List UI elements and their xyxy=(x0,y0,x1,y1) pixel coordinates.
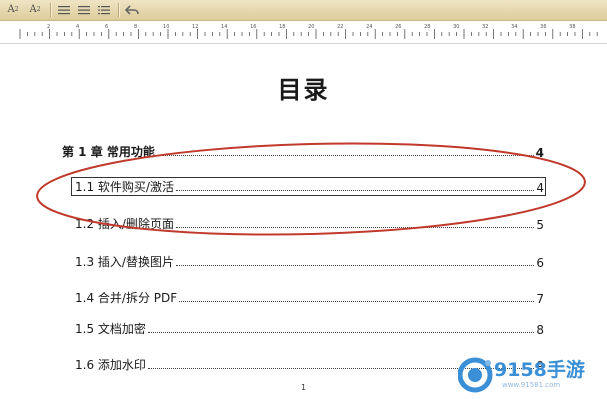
toc-entry-page: 6 xyxy=(536,256,544,270)
toc-entry-page: 5 xyxy=(536,218,544,232)
ruler-label: 16 xyxy=(250,24,256,30)
toc-entry-text: 1.2 插入/删除页面 xyxy=(75,217,174,231)
toc-leader xyxy=(179,300,535,302)
align-left-icon xyxy=(58,5,70,14)
align-left-button[interactable] xyxy=(55,1,73,18)
ruler-label: 26 xyxy=(395,24,401,30)
toc-entry-text: 第 1 章 常用功能 xyxy=(62,145,155,159)
ruler-label: 6 xyxy=(105,24,108,30)
toc-leader xyxy=(175,264,535,266)
superscript-mark: 2 xyxy=(14,6,19,13)
ruler-label: 12 xyxy=(192,24,198,30)
toc-entry-1-4[interactable]: 1.4 合并/拆分 PDF 7 xyxy=(75,288,544,306)
list-button[interactable] xyxy=(95,1,113,18)
ruler-label: 28 xyxy=(424,24,430,30)
toc-leader xyxy=(175,189,535,191)
superscript-label: A xyxy=(7,4,15,15)
watermark-logo-icon xyxy=(458,357,493,393)
align-center-icon xyxy=(78,5,90,14)
ruler-label: 24 xyxy=(366,24,372,30)
ruler-label: 36 xyxy=(540,24,546,30)
superscript-button[interactable]: A2 xyxy=(4,1,22,18)
toc-entry-text: 1.4 合并/拆分 PDF xyxy=(75,291,178,305)
toc-entry-1-2[interactable]: 1.2 插入/删除页面 5 xyxy=(75,214,544,232)
ruler-label: 38 xyxy=(569,24,575,30)
toolbar-separator xyxy=(118,3,119,17)
ruler-label: 22 xyxy=(337,24,343,30)
ruler-label: 18 xyxy=(279,24,285,30)
undo-icon xyxy=(125,4,139,15)
subscript-button[interactable]: A2 xyxy=(26,1,44,18)
ruler-label: 32 xyxy=(482,24,488,30)
toolbar-separator xyxy=(50,3,51,17)
toc-entry-text: 1.1 软件购买/激活 xyxy=(75,180,174,194)
ruler-label: 20 xyxy=(308,24,314,30)
ruler: 2 4 6 8 10 12 14 16 18 20 22 24 26 28 30 32 34 36 38 xyxy=(0,21,607,44)
watermark: 9158手游 www.91581.com xyxy=(456,353,606,397)
toc-leader xyxy=(147,331,535,333)
toc-entry-1-1[interactable]: 1.1 软件购买/激活 4 xyxy=(75,177,544,195)
watermark-url: www.91581.com xyxy=(502,381,561,389)
toc-leader xyxy=(175,226,535,228)
ruler-label: 4 xyxy=(76,24,79,30)
undo-button[interactable] xyxy=(123,1,141,18)
ruler-label: 30 xyxy=(453,24,459,30)
toc-entry-text: 1.3 插入/替换图片 xyxy=(75,255,174,269)
toc-entry-1-5[interactable]: 1.5 文档加密 8 xyxy=(75,319,544,337)
watermark-brand: 9158手游 xyxy=(494,359,585,381)
ruler-label: 10 xyxy=(163,24,169,30)
subscript-mark: 2 xyxy=(36,6,41,13)
toc-entry-chapter-1[interactable]: 第 1 章 常用功能 4 xyxy=(62,142,544,160)
page-title: 目录 xyxy=(277,76,330,104)
toc-entry-1-3[interactable]: 1.3 插入/替换图片 6 xyxy=(75,252,544,270)
toc-entry-text: 1.5 文档加密 xyxy=(75,322,146,336)
align-center-button[interactable] xyxy=(75,1,93,18)
toc-entry-page: 4 xyxy=(536,181,544,195)
subscript-label: A xyxy=(29,4,37,15)
ruler-label: 14 xyxy=(221,24,227,30)
toc-entry-page: 7 xyxy=(536,292,544,306)
toc-leader xyxy=(156,154,534,156)
document-page: 目录 第 1 章 常用功能 4 1.1 软件购买/激活 4 1.2 插入/删除页… xyxy=(0,44,607,399)
ruler-label: 8 xyxy=(134,24,137,30)
toc-entry-text: 1.6 添加水印 xyxy=(75,358,146,372)
toc-entry-page: 8 xyxy=(536,323,544,337)
toolbar: A2 A2 xyxy=(0,0,607,21)
ruler-label: 2 xyxy=(47,24,50,30)
ruler-ticks: 2 4 6 8 10 12 14 16 18 20 22 24 26 28 30 32 34 36 38 xyxy=(19,24,598,39)
toc-entry-page: 4 xyxy=(535,146,544,160)
list-icon xyxy=(98,5,110,14)
ruler-label: 34 xyxy=(511,24,517,30)
